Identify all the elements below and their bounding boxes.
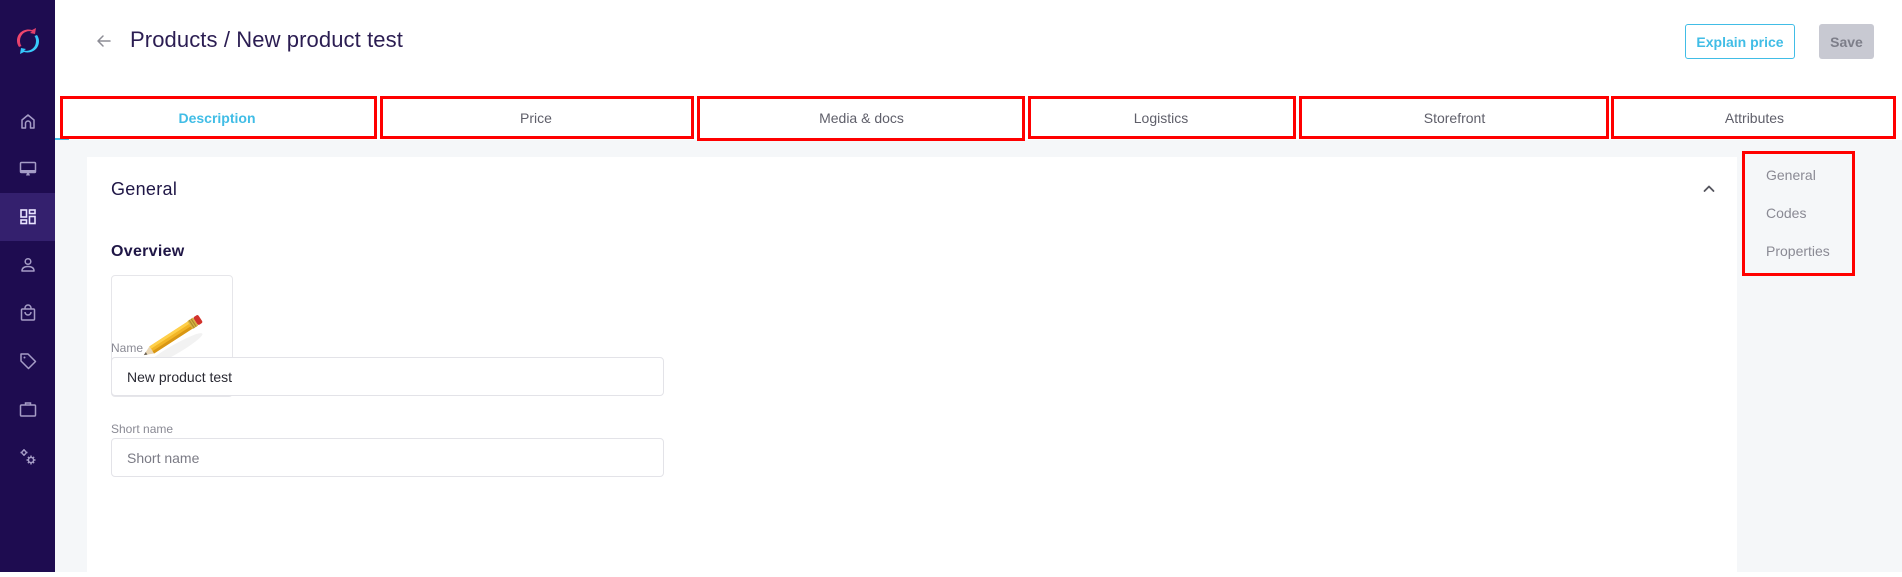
sidebar-item-dashboard[interactable] xyxy=(0,145,55,193)
section-nav: General Codes Properties xyxy=(1742,152,1902,282)
short-name-label: Short name xyxy=(111,422,173,436)
monitor-icon xyxy=(18,159,38,179)
sidebar-item-orders[interactable] xyxy=(0,289,55,337)
section-link-properties[interactable]: Properties xyxy=(1766,243,1830,259)
sidebar-item-promotions[interactable] xyxy=(0,337,55,385)
page-title: Products / New product test xyxy=(130,27,403,53)
explain-price-button[interactable]: Explain price xyxy=(1685,24,1795,59)
sidebar-item-home[interactable] xyxy=(0,97,55,145)
name-label: Name xyxy=(111,341,143,355)
tab-storefront[interactable]: Storefront xyxy=(1301,96,1608,140)
app-logo-icon[interactable] xyxy=(14,26,42,56)
home-icon xyxy=(18,111,38,131)
tab-media-docs[interactable]: Media & docs xyxy=(700,96,1023,140)
tab-bar: Description Price Media & docs Logistics… xyxy=(55,90,1902,140)
section-link-codes[interactable]: Codes xyxy=(1766,205,1806,221)
tag-icon xyxy=(18,351,38,371)
section-link-general[interactable]: General xyxy=(1766,167,1816,183)
short-name-input[interactable] xyxy=(111,438,664,477)
shopping-bag-icon xyxy=(18,303,38,323)
general-card: General Overview Name Short name xyxy=(87,157,1737,577)
user-icon xyxy=(18,255,38,275)
sidebar-item-customers[interactable] xyxy=(0,241,55,289)
sidebar xyxy=(0,0,55,572)
sidebar-item-business[interactable] xyxy=(0,385,55,433)
sidebar-item-settings[interactable] xyxy=(0,433,55,481)
sidebar-item-products[interactable] xyxy=(0,193,55,241)
section-title-overview: Overview xyxy=(111,243,185,261)
page-header: Products / New product test Explain pric… xyxy=(55,0,1902,90)
grid-icon xyxy=(18,207,38,227)
briefcase-icon xyxy=(18,399,38,419)
tab-attributes[interactable]: Attributes xyxy=(1612,96,1897,140)
name-input[interactable] xyxy=(111,357,664,396)
arrow-left-icon[interactable] xyxy=(95,32,113,50)
settings-icon xyxy=(18,447,38,467)
chevron-up-icon[interactable] xyxy=(1701,181,1717,197)
tab-logistics[interactable]: Logistics xyxy=(1030,96,1292,140)
tab-price[interactable]: Price xyxy=(381,96,691,140)
tab-description[interactable]: Description xyxy=(61,96,373,140)
card-title: General xyxy=(111,179,177,200)
save-button[interactable]: Save xyxy=(1819,24,1874,59)
